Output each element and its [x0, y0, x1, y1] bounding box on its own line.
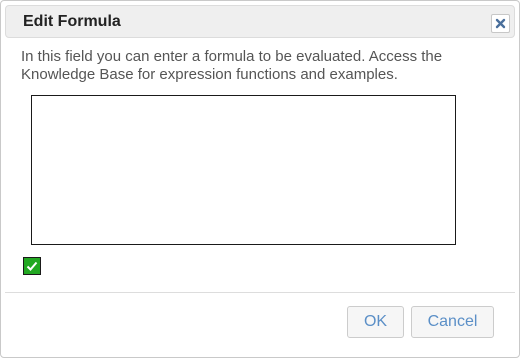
cancel-button[interactable]: Cancel	[411, 306, 494, 338]
formula-input[interactable]	[31, 95, 456, 245]
edit-formula-dialog: Edit Formula In this field you can enter…	[0, 0, 520, 358]
valid-checkbox[interactable]	[23, 257, 41, 275]
dialog-title: Edit Formula	[23, 13, 121, 30]
close-button[interactable]	[491, 14, 510, 33]
footer-divider	[5, 292, 515, 293]
dialog-titlebar[interactable]: Edit Formula	[5, 5, 515, 38]
ok-button[interactable]: OK	[347, 306, 404, 338]
checkmark-icon	[26, 261, 38, 271]
close-icon	[495, 18, 506, 29]
dialog-description: In this field you can enter a formula to…	[21, 48, 443, 83]
